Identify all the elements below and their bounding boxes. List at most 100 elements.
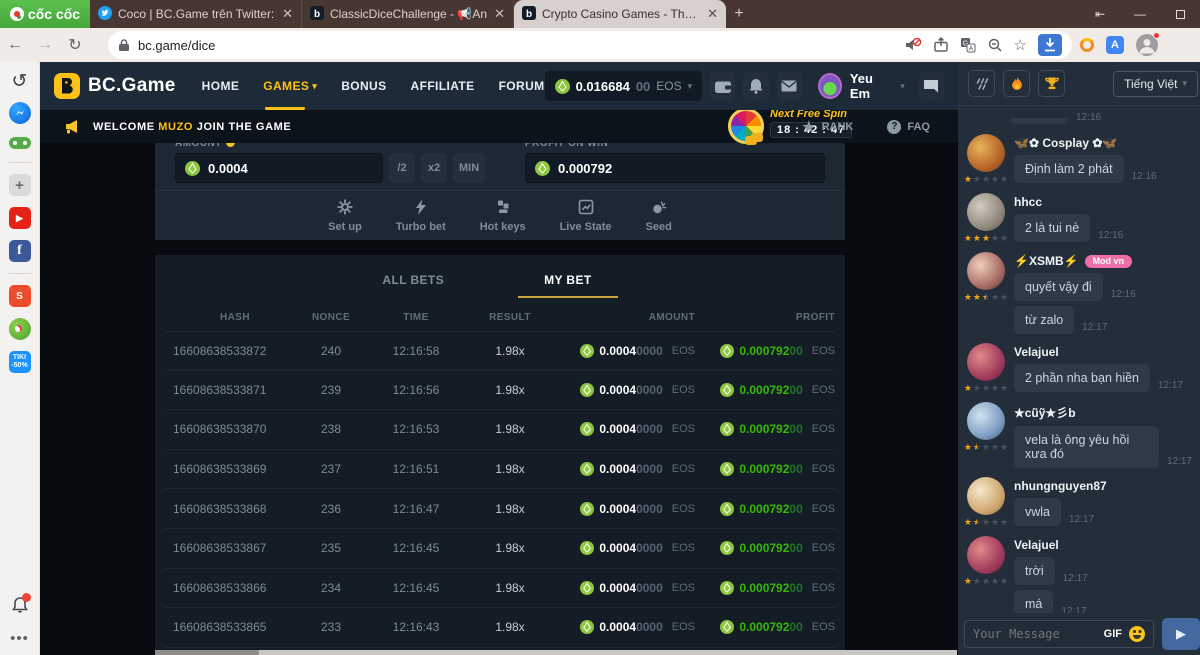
avatar[interactable] — [967, 536, 1005, 574]
avatar[interactable] — [967, 193, 1005, 231]
url-text[interactable]: bc.game/dice — [138, 38, 896, 53]
rank-button[interactable]: ★RANK — [802, 118, 853, 136]
chevron-down-icon[interactable]: ▾ — [900, 81, 905, 92]
nav-affiliate[interactable]: AFFILIATE — [411, 79, 475, 93]
send-button[interactable]: ▶ — [1162, 618, 1200, 650]
turbo-bet-button[interactable]: Turbo bet — [396, 199, 446, 233]
address-bar[interactable]: bc.game/dice GA ☆ — [108, 31, 1072, 59]
table-row[interactable]: 16608638533865 233 12:16:43 1.98x 0.0004… — [165, 608, 835, 648]
more-options-icon[interactable]: ••• — [10, 630, 29, 647]
chat-input-bar[interactable]: GIF — [964, 620, 1154, 648]
add-shortcut-button[interactable]: + — [9, 174, 31, 196]
chat-username[interactable]: ⚡XSMB⚡ — [1014, 254, 1079, 268]
bet-amount-input[interactable]: 0.0004 — [175, 153, 383, 183]
browser-tab[interactable]: Coco | BC.Game trên Twitter: ✕ — [90, 0, 302, 28]
reload-button[interactable]: ↻ — [60, 35, 90, 55]
tab-search-icon[interactable]: ⇤ — [1080, 0, 1120, 28]
chat-username[interactable]: Velajuel — [1014, 345, 1059, 359]
hot-keys-button[interactable]: Hot keys — [480, 199, 526, 233]
user-avatar[interactable] — [818, 73, 842, 99]
chat-message-list[interactable]: 12:16 ★★★★★ 🦋✿ Cosplay ✿🦋 Định làm 2 phá… — [958, 106, 1200, 613]
download-icon[interactable] — [1038, 34, 1062, 56]
bookmark-star-icon[interactable]: ☆ — [1014, 38, 1027, 53]
nav-bonus[interactable]: BONUS — [341, 79, 386, 93]
table-row[interactable]: 16608638533866 234 12:16:45 1.98x 0.0004… — [165, 569, 835, 609]
messages-button[interactable] — [777, 72, 802, 100]
table-row[interactable]: 16608638533868 236 12:16:47 1.98x 0.0004… — [165, 489, 835, 529]
bcgame-icon: b — [522, 6, 536, 23]
avatar[interactable] — [967, 343, 1005, 381]
nav-home[interactable]: HOME — [202, 79, 240, 93]
table-row[interactable]: 16608638533872 240 12:16:58 1.98x 0.0004… — [165, 331, 835, 371]
seed-button[interactable]: Seed — [646, 199, 672, 233]
wallet-button[interactable] — [710, 72, 735, 100]
browser-tab[interactable]: b Crypto Casino Games - The 8 ✕ — [514, 0, 726, 28]
minimize-button[interactable]: — — [1120, 0, 1160, 28]
gif-button[interactable]: GIF — [1104, 628, 1122, 640]
zoom-out-icon[interactable] — [987, 37, 1003, 53]
table-row[interactable]: 16608638533867 235 12:16:45 1.98x 0.0004… — [165, 529, 835, 569]
close-tab-icon[interactable]: ✕ — [282, 6, 293, 22]
username[interactable]: Yeu Em — [850, 71, 892, 101]
gamepad-icon[interactable] — [8, 135, 32, 151]
chat-username[interactable]: 🦋✿ Cosplay ✿🦋 — [1014, 136, 1117, 150]
chat-username[interactable]: nhungnguyen87 — [1014, 479, 1107, 493]
chat-username[interactable]: hhcc — [1014, 195, 1042, 209]
emoji-button[interactable] — [1129, 626, 1145, 642]
profile-avatar[interactable] — [1136, 34, 1158, 56]
restore-button[interactable] — [1160, 0, 1200, 28]
table-row[interactable]: 16608638533871 239 12:16:56 1.98x 0.0004… — [165, 371, 835, 411]
facebook-icon[interactable]: f — [9, 240, 31, 262]
spin-wheel-icon[interactable] — [728, 108, 764, 144]
chat-input[interactable] — [973, 627, 1097, 641]
language-selector[interactable]: Tiếng Việt▾ — [1113, 71, 1198, 97]
nav-forum[interactable]: FORUM — [499, 79, 545, 93]
scrollbar-thumb[interactable] — [155, 650, 259, 655]
shopee-icon[interactable]: S — [9, 285, 31, 307]
coccoc-deals-icon[interactable] — [9, 318, 31, 340]
live-state-button[interactable]: Live State — [560, 199, 612, 233]
avatar[interactable] — [967, 134, 1005, 172]
chat-username[interactable]: ★cũỹ★彡b — [1014, 404, 1076, 421]
share-icon[interactable] — [933, 37, 949, 53]
bcgame-logo[interactable]: BC.Game — [54, 73, 176, 99]
close-tab-icon[interactable]: ✕ — [707, 6, 718, 22]
rain-icon[interactable] — [968, 70, 995, 97]
chat-message: ★★★★★ ⚡XSMB⚡Mod vn quyết vậy đi12:16từ z… — [966, 252, 1192, 334]
avatar[interactable] — [967, 402, 1005, 440]
extension-icon[interactable] — [1080, 38, 1094, 52]
back-button[interactable]: ← — [0, 36, 30, 54]
horizontal-scrollbar[interactable] — [155, 650, 957, 655]
translate-icon[interactable]: GA — [960, 37, 976, 53]
set-up-button[interactable]: Set up — [328, 199, 362, 233]
nav-games[interactable]: GAMES▾ — [263, 79, 317, 93]
close-tab-icon[interactable]: ✕ — [494, 6, 505, 22]
translate-extension-icon[interactable]: A — [1106, 36, 1124, 54]
new-tab-button[interactable]: + — [726, 0, 752, 28]
chat-username[interactable]: Velajuel — [1014, 538, 1059, 552]
fire-icon[interactable] — [1003, 70, 1030, 97]
avatar[interactable] — [967, 252, 1005, 290]
forward-button[interactable]: → — [30, 36, 60, 54]
browser-tab[interactable]: b ClassicDiceChallenge - 📢An ✕ — [302, 0, 514, 28]
chat-toggle-button[interactable] — [919, 72, 944, 100]
avatar[interactable] — [967, 477, 1005, 515]
messenger-icon[interactable] — [9, 102, 31, 124]
trophy-icon[interactable] — [1038, 70, 1065, 97]
half-bet-button[interactable]: /2 — [389, 153, 415, 183]
balance-selector[interactable]: 0.01668400 EOS ▾ — [545, 71, 703, 101]
coccoc-brand[interactable]: cốc cốc — [0, 0, 90, 28]
min-bet-button[interactable]: MIN — [453, 153, 485, 183]
notifications-bell[interactable] — [12, 596, 28, 619]
double-bet-button[interactable]: x2 — [421, 153, 447, 183]
faq-button[interactable]: ?FAQ — [887, 120, 930, 134]
table-row[interactable]: 16608638533870 238 12:16:53 1.98x 0.0004… — [165, 410, 835, 450]
tiki-sale-icon[interactable]: TIKI -50% — [9, 351, 31, 373]
youtube-icon[interactable]: ▶ — [9, 207, 31, 229]
tab-my-bet[interactable]: MY BET — [518, 273, 618, 298]
history-icon[interactable]: ↺ — [12, 72, 28, 91]
tab-all-bets[interactable]: ALL BETS — [382, 273, 444, 298]
table-row[interactable]: 16608638533869 237 12:16:51 1.98x 0.0004… — [165, 450, 835, 490]
mute-speaker-icon[interactable] — [904, 37, 922, 53]
notifications-button[interactable] — [743, 72, 768, 100]
